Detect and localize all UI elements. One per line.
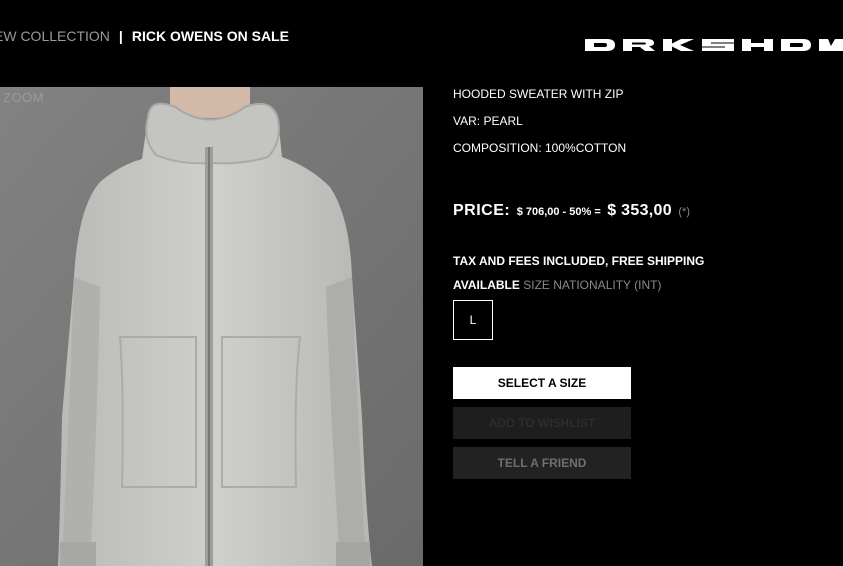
zoom-label[interactable]: ZOOM bbox=[3, 90, 44, 105]
available-label: AVAILABLE bbox=[453, 278, 520, 292]
product-variant: VAR: PEARL bbox=[453, 114, 523, 128]
top-navigation: EW COLLECTION | RICK OWENS ON SALE bbox=[0, 28, 289, 44]
nav-rick-owens-sale[interactable]: RICK OWENS ON SALE bbox=[132, 28, 289, 44]
nav-separator: | bbox=[118, 28, 123, 44]
price-footnote: (*) bbox=[678, 206, 690, 218]
product-image[interactable]: ZOOM bbox=[0, 87, 423, 566]
size-nationality-info: SIZE NATIONALITY (INT) bbox=[523, 278, 662, 292]
add-to-wishlist-button[interactable]: ADD TO WISHLIST bbox=[453, 407, 631, 439]
nav-new-collection[interactable]: EW COLLECTION bbox=[0, 28, 110, 44]
price-label: PRICE: bbox=[453, 202, 511, 219]
hoodie-photo-icon bbox=[0, 87, 423, 566]
logo-wordmark-icon bbox=[585, 39, 843, 51]
availability-row: AVAILABLE SIZE NATIONALITY (INT) bbox=[453, 278, 661, 292]
select-size-button[interactable]: SELECT A SIZE bbox=[453, 367, 631, 399]
price-final: $ 353,00 bbox=[607, 202, 672, 219]
tell-a-friend-button[interactable]: TELL A FRIEND bbox=[453, 447, 631, 479]
product-composition: COMPOSITION: 100%COTTON bbox=[453, 141, 627, 155]
shipping-info: TAX AND FEES INCLUDED, FREE SHIPPING bbox=[453, 254, 705, 268]
size-option-l[interactable]: L bbox=[453, 300, 493, 340]
drkshdw-logo[interactable] bbox=[585, 38, 843, 52]
price-calculation: $ 706,00 - 50% = bbox=[516, 206, 601, 218]
product-name: HOODED SWEATER WITH ZIP bbox=[453, 87, 624, 101]
price-row: PRICE: $ 706,00 - 50% = $ 353,00 (*) bbox=[453, 202, 690, 220]
